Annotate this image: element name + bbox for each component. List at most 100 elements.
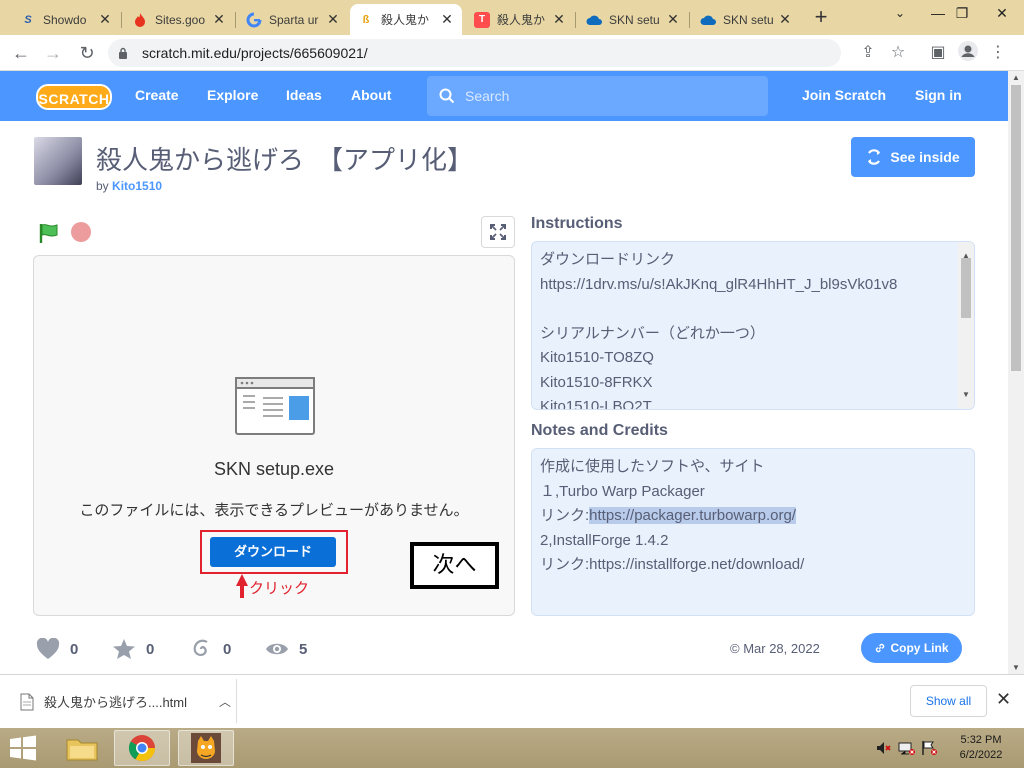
join-scratch-link[interactable]: Join Scratch: [802, 87, 886, 103]
network-icon[interactable]: [898, 740, 916, 759]
tab-onedrive-2[interactable]: SKN setu ✕: [692, 4, 800, 35]
scroll-up-arrow-icon[interactable]: ▲: [1008, 73, 1024, 82]
bookmark-star-icon[interactable]: ☆: [886, 41, 910, 65]
see-inside-icon: [868, 149, 881, 165]
scratch-logo[interactable]: SCRATCH: [36, 84, 112, 110]
browser-tab-strip: S Showdo ✕ Sites.goo ✕ Sparta ur ✕ ß 殺人鬼…: [0, 0, 1024, 35]
window-close-icon[interactable]: ✕: [982, 2, 1022, 26]
next-button[interactable]: 次へ: [410, 542, 499, 589]
project-title: 殺人鬼から逃げろ 【アプリ化】: [96, 145, 474, 175]
see-inside-button[interactable]: See inside: [851, 137, 975, 177]
taskbar-scratch-app[interactable]: [178, 730, 234, 766]
turbowarp-link[interactable]: https://packager.turbowarp.org/: [589, 507, 796, 524]
copy-link-button[interactable]: Copy Link: [861, 633, 962, 663]
profile-avatar-icon[interactable]: [956, 41, 980, 65]
flame-favicon-icon: [132, 12, 148, 28]
onedrive-favicon-icon: [700, 12, 716, 28]
page-scrollbar[interactable]: ▲ ▼: [1008, 71, 1024, 674]
scroll-down-arrow-icon[interactable]: ▼: [1008, 663, 1024, 672]
file-preview-icon: [235, 377, 315, 435]
close-icon[interactable]: ✕: [326, 11, 340, 28]
download-highlight-box: ダウンロード: [200, 530, 348, 574]
scrollbar-thumb[interactable]: [961, 258, 971, 318]
tab-sites[interactable]: Sites.goo ✕: [124, 4, 234, 35]
shelf-divider: [236, 679, 237, 723]
link-icon: [876, 643, 885, 653]
search-placeholder: Search: [465, 88, 510, 104]
taskbar-chrome[interactable]: [114, 730, 170, 766]
restore-icon[interactable]: ❐: [942, 2, 982, 26]
heart-icon: [36, 638, 60, 659]
close-icon[interactable]: ✕: [778, 11, 792, 28]
tab-search-chevron-icon[interactable]: ⌄: [880, 2, 920, 26]
sign-in-link[interactable]: Sign in: [915, 87, 962, 103]
chrome-icon: [128, 735, 156, 762]
close-icon[interactable]: ✕: [98, 11, 112, 28]
author-avatar[interactable]: [34, 137, 82, 185]
browser-toolbar: ← → ↻ scratch.mit.edu/projects/665609021…: [0, 35, 1024, 71]
author-link[interactable]: Kito1510: [112, 179, 162, 193]
new-tab-button[interactable]: +: [809, 6, 833, 30]
favorites-stat[interactable]: 0: [112, 638, 154, 660]
action-center-flag-icon[interactable]: [921, 740, 939, 759]
volume-muted-icon[interactable]: [876, 740, 892, 759]
google-favicon-icon: [246, 12, 262, 28]
downloaded-file-item[interactable]: 殺人鬼から逃げろ....html ︿: [20, 692, 231, 711]
windows-start-icon[interactable]: [6, 734, 40, 762]
close-icon[interactable]: ✕: [552, 11, 566, 28]
page-scrollbar-thumb[interactable]: [1011, 85, 1021, 371]
reload-icon[interactable]: ↻: [74, 40, 100, 66]
file-icon: [20, 693, 34, 710]
tab-showdown[interactable]: S Showdo ✕: [12, 4, 120, 35]
folder-icon: [66, 739, 98, 761]
browser-menu-icon[interactable]: ⋮: [986, 41, 1010, 65]
download-link-text: https://1drv.ms/u/s!AkJKnq_glR4HhHT_J_bl…: [540, 275, 898, 293]
taskbar-file-explorer[interactable]: [54, 730, 110, 766]
close-shelf-icon[interactable]: ✕: [996, 689, 1011, 710]
scroll-down-arrow-icon[interactable]: ▼: [958, 383, 974, 408]
stop-sign-icon[interactable]: [71, 222, 91, 242]
nav-ideas[interactable]: Ideas: [286, 87, 322, 103]
tab-separator: [689, 12, 690, 28]
forward-arrow-icon[interactable]: →: [40, 40, 66, 66]
star-icon: [113, 639, 135, 659]
instructions-box[interactable]: ダウンロードリンク https://1drv.ms/u/s!AkJKnq_glR…: [531, 241, 975, 410]
share-icon[interactable]: ⇪: [856, 41, 880, 65]
green-flag-icon[interactable]: [38, 222, 60, 244]
click-annotation: クリック: [249, 580, 310, 597]
windows-taskbar: 5:32 PM 6/2/2022: [0, 728, 1024, 768]
show-all-button[interactable]: Show all: [910, 685, 987, 717]
tab-scratch-project[interactable]: ß 殺人鬼か ✕: [350, 4, 462, 35]
tab-sparta[interactable]: Sparta ur ✕: [238, 4, 348, 35]
tab-onedrive-1[interactable]: SKN setu ✕: [578, 4, 688, 35]
project-byline: by Kito1510: [96, 179, 163, 193]
download-shelf: 殺人鬼から逃げろ....html ︿ Show all ✕: [0, 674, 1024, 728]
back-arrow-icon[interactable]: ←: [8, 40, 34, 66]
download-button[interactable]: ダウンロード: [210, 537, 336, 567]
nav-about[interactable]: About: [351, 87, 391, 103]
search-input[interactable]: Search: [427, 76, 768, 116]
file-name: SKN setup.exe: [213, 459, 335, 479]
address-bar[interactable]: scratch.mit.edu/projects/665609021/: [108, 39, 841, 67]
scratch-favicon-icon: ß: [362, 13, 370, 26]
expand-icon: [490, 224, 506, 240]
system-clock[interactable]: 5:32 PM 6/2/2022: [948, 733, 1014, 763]
close-icon[interactable]: ✕: [212, 11, 226, 28]
nav-create[interactable]: Create: [135, 87, 179, 103]
tab-separator: [121, 12, 122, 28]
onedrive-favicon-icon: [586, 12, 602, 28]
tab-turbowarp[interactable]: T 殺人鬼か ✕: [466, 4, 574, 35]
scratch-navbar: SCRATCH Create Explore Ideas About Searc…: [0, 71, 1008, 121]
nav-explore[interactable]: Explore: [207, 87, 258, 103]
loves-stat[interactable]: 0: [36, 638, 78, 660]
no-preview-message: このファイルには、表示できるプレビューがありません。: [79, 502, 469, 519]
red-arrow-up-icon: [236, 574, 248, 598]
close-icon[interactable]: ✕: [666, 11, 680, 28]
chevron-up-icon[interactable]: ︿: [219, 693, 231, 710]
fullscreen-button[interactable]: [481, 216, 515, 248]
project-stage[interactable]: SKN setup.exe このファイルには、表示できるプレビューがありません。…: [33, 255, 515, 616]
notes-box[interactable]: 作成に使用したソフトや、サイト １,Turbo Warp Packager リン…: [531, 448, 975, 616]
side-panel-icon[interactable]: ▣: [926, 41, 950, 65]
close-icon[interactable]: ✕: [440, 11, 454, 28]
instructions-scrollbar[interactable]: ▲ ▼: [958, 242, 974, 409]
